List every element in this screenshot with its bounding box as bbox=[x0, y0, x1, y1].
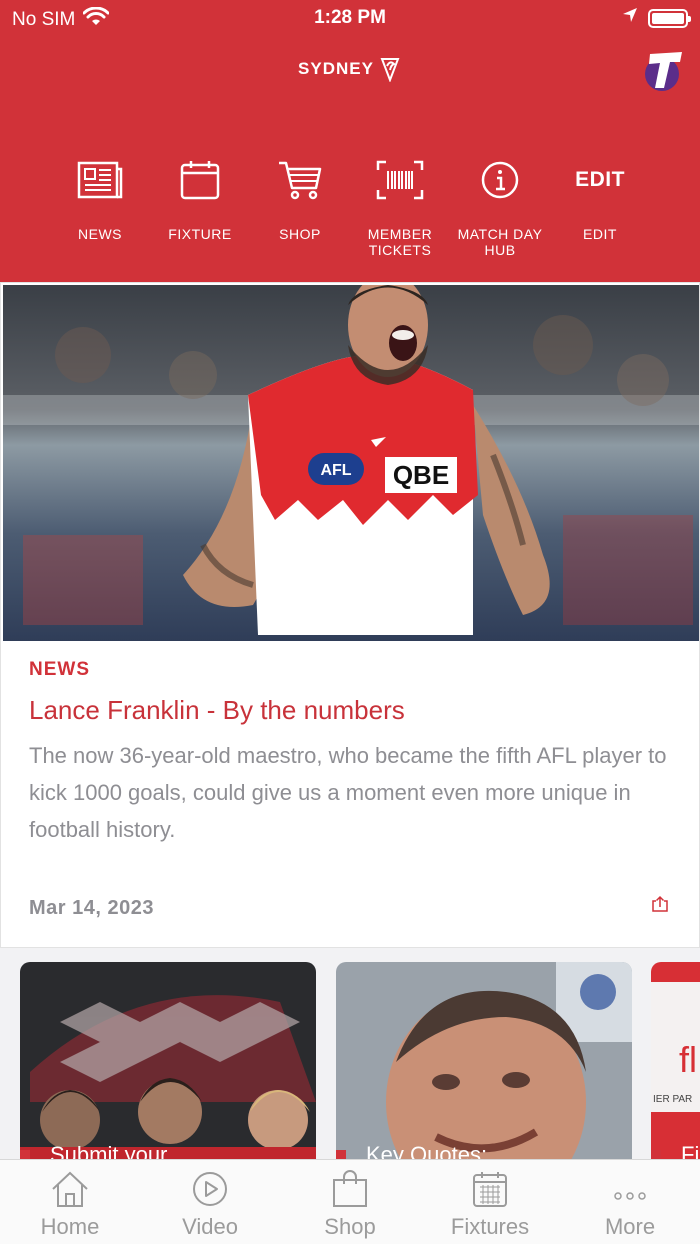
home-icon bbox=[0, 1160, 140, 1208]
tab-fixtures[interactable]: Fixtures bbox=[420, 1160, 560, 1244]
featured-article-image: AFL QBE bbox=[3, 285, 699, 641]
shortcut-news[interactable]: NEWS bbox=[50, 158, 150, 258]
carousel-card-image bbox=[20, 962, 316, 1160]
swan-icon bbox=[380, 58, 400, 82]
info-icon bbox=[450, 158, 550, 202]
shortcut-edit-label: EDIT bbox=[583, 226, 617, 242]
barcode-icon bbox=[350, 158, 450, 202]
cart-icon bbox=[250, 158, 350, 202]
carousel-card-title: Submit your bbox=[50, 1142, 168, 1160]
tab-more[interactable]: More bbox=[560, 1160, 700, 1244]
tab-shop-label: Shop bbox=[324, 1214, 376, 1239]
svg-text:IER PAR: IER PAR bbox=[653, 1094, 692, 1105]
article-carousel[interactable]: Submit your Key Quotes: fl IER PAR Fi bbox=[0, 948, 700, 1160]
article-category: NEWS bbox=[29, 659, 90, 680]
afl-logo: AFL bbox=[320, 462, 351, 479]
logo-text: SYDNEY bbox=[298, 59, 374, 78]
shortcut-shop[interactable]: SHOP bbox=[250, 158, 350, 258]
app-header: No SIM 1:28 PM SYDNEY NEWS FIXTURE SHOP … bbox=[0, 0, 700, 282]
status-time: 1:28 PM bbox=[314, 7, 386, 28]
shortcut-member-tickets-label: MEMBER TICKETS bbox=[367, 226, 433, 258]
carousel-card[interactable]: Submit your bbox=[20, 962, 316, 1160]
battery-icon bbox=[648, 8, 691, 28]
tab-video-label: Video bbox=[182, 1214, 238, 1239]
more-dots-icon bbox=[560, 1160, 700, 1208]
calendar-icon bbox=[150, 158, 250, 202]
sponsor-logo-icon[interactable] bbox=[644, 46, 684, 94]
newspaper-icon bbox=[50, 158, 150, 202]
location-icon bbox=[622, 7, 638, 29]
carousel-card-title: Key Quotes: bbox=[366, 1142, 488, 1160]
shortcut-news-label: NEWS bbox=[78, 226, 122, 242]
shortcut-shop-label: SHOP bbox=[279, 226, 321, 242]
club-logo: SYDNEY bbox=[0, 56, 700, 82]
shortcut-fixture-label: FIXTURE bbox=[168, 226, 232, 242]
edit-icon-text: EDIT bbox=[575, 168, 625, 191]
bottom-tab-bar: Home Video Shop Fixtures More bbox=[0, 1159, 700, 1244]
sponsor-jersey-logo: QBE bbox=[393, 460, 449, 490]
shortcut-fixture[interactable]: FIXTURE bbox=[150, 158, 250, 258]
shortcut-match-day-hub[interactable]: MATCH DAY HUB bbox=[450, 158, 550, 258]
article-date: Mar 14, 2023 bbox=[29, 897, 154, 919]
tab-video[interactable]: Video bbox=[140, 1160, 280, 1244]
status-bar: No SIM 1:28 PM bbox=[0, 0, 700, 36]
shortcut-member-tickets[interactable]: MEMBER TICKETS bbox=[350, 158, 450, 258]
tab-more-label: More bbox=[604, 1214, 656, 1239]
shortcut-match-day-hub-label: MATCH DAY HUB bbox=[457, 226, 543, 258]
shortcut-edit[interactable]: EDIT EDIT bbox=[550, 158, 650, 258]
svg-text:fl: fl bbox=[679, 1039, 697, 1080]
article-title[interactable]: Lance Franklin - By the numbers bbox=[29, 695, 405, 726]
featured-article-card[interactable]: AFL QBE NEWS Lance Franklin - By the num… bbox=[0, 282, 700, 948]
carousel-card-image: fl IER PAR bbox=[651, 962, 700, 1160]
carousel-card-title: Fi bbox=[681, 1142, 700, 1160]
play-icon bbox=[140, 1160, 280, 1208]
shopping-bag-icon bbox=[280, 1160, 420, 1208]
tab-shop[interactable]: Shop bbox=[280, 1160, 420, 1244]
tab-home-label: Home bbox=[40, 1214, 100, 1239]
article-summary: The now 36-year-old maestro, who became … bbox=[29, 743, 667, 842]
tab-fixtures-label: Fixtures bbox=[450, 1214, 530, 1239]
share-icon[interactable] bbox=[651, 895, 669, 918]
shortcut-bar: NEWS FIXTURE SHOP MEMBER TICKETS MATCH D… bbox=[50, 158, 650, 258]
carousel-card[interactable]: Key Quotes: bbox=[336, 962, 632, 1160]
tab-home[interactable]: Home bbox=[0, 1160, 140, 1244]
carousel-card[interactable]: fl IER PAR Fi bbox=[651, 962, 700, 1160]
carousel-card-image bbox=[336, 962, 632, 1160]
calendar-grid-icon bbox=[420, 1160, 560, 1208]
